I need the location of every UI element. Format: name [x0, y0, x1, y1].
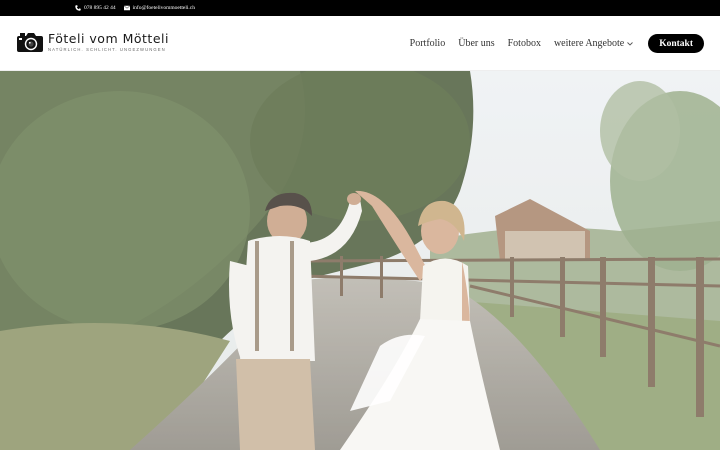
logo-tagline: NATÜRLICH. SCHLICHT. UNGEZWUNGEN	[48, 47, 166, 52]
nav-item-ueber-uns[interactable]: Über uns	[458, 38, 494, 49]
email-contact[interactable]: info@foetelivommoetteli.ch	[123, 5, 195, 11]
nav-item-fotobox[interactable]: Fotobox	[508, 38, 541, 49]
site-header: Föteli vom Mötteli NATÜRLICH. SCHLICHT. …	[0, 16, 720, 71]
logo-title: Föteli vom Mötteli	[48, 31, 169, 46]
email-address: info@foetelivommoetteli.ch	[132, 5, 195, 11]
nav-item-weitere-angebote[interactable]: weitere Angebote	[553, 38, 634, 49]
kontakt-button[interactable]: Kontakt	[648, 34, 704, 53]
top-bar: 078 895 42 44 info@foetelivommoetteli.ch	[0, 0, 720, 16]
phone-number: 078 895 42 44	[84, 5, 116, 11]
camera-icon	[17, 31, 43, 53]
chevron-down-icon	[627, 40, 634, 48]
site-logo[interactable]: Föteli vom Mötteli NATÜRLICH. SCHLICHT. …	[17, 31, 169, 53]
main-nav: Portfolio Über uns Fotobox weitere Angeb…	[397, 16, 704, 71]
phone-contact[interactable]: 078 895 42 44	[75, 5, 116, 11]
envelope-icon	[123, 5, 130, 11]
hero-image	[0, 71, 720, 450]
phone-icon	[75, 5, 81, 11]
nav-item-portfolio[interactable]: Portfolio	[410, 38, 446, 49]
nav-item-weitere-angebote-label: weitere Angebote	[553, 38, 625, 49]
